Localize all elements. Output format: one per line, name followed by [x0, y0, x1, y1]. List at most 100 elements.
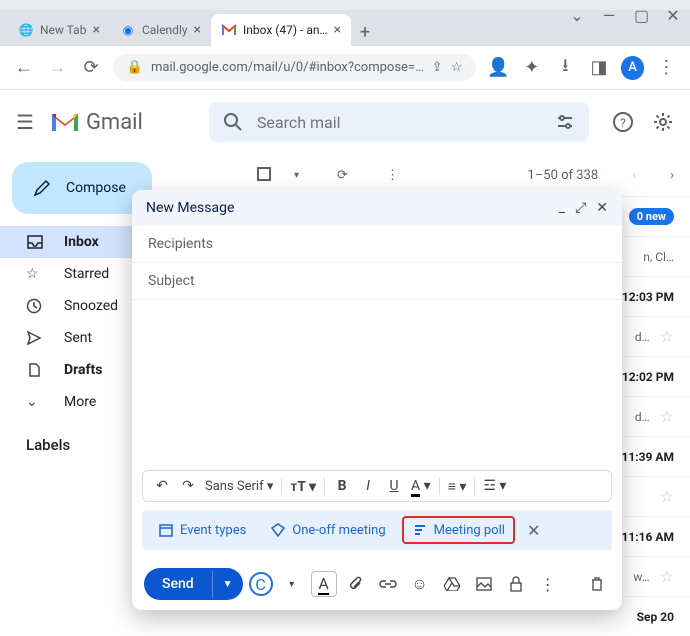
gmail-m-icon — [50, 111, 80, 133]
chrome-menu-icon[interactable]: ⋮ — [654, 57, 678, 78]
url-text: mail.google.com/mail/u/0/#inbox?compose=… — [151, 60, 424, 75]
maximize-icon[interactable]: ▢ — [634, 6, 648, 25]
tab-close-icon[interactable]: × — [334, 22, 341, 38]
close-compose-icon[interactable]: ✕ — [596, 200, 608, 216]
search-icon[interactable] — [223, 112, 243, 132]
next-page-icon[interactable]: › — [670, 168, 674, 183]
share-icon[interactable]: ⇪ — [432, 60, 443, 75]
link-icon[interactable] — [375, 571, 401, 597]
forward-button[interactable]: → — [46, 57, 70, 78]
main-menu-icon[interactable]: ☰ — [16, 110, 34, 134]
mail-snippet: d… — [635, 330, 650, 344]
chevron-down-icon: ⌄ — [26, 394, 46, 410]
close-window-icon[interactable]: ✕ — [666, 6, 680, 25]
search-bar[interactable] — [209, 102, 589, 142]
star-icon[interactable]: ☆ — [660, 487, 674, 506]
star-icon[interactable]: ☆ — [451, 60, 463, 75]
gmail-header: ☰ Gmail ? — [0, 90, 690, 154]
refresh-icon[interactable]: ⟳ — [337, 168, 348, 183]
prev-page-icon[interactable]: ‹ — [632, 168, 636, 183]
tab-close-icon[interactable]: × — [92, 22, 99, 38]
support-icon[interactable]: ? — [612, 111, 634, 133]
confidential-icon[interactable] — [503, 571, 529, 597]
star-icon[interactable]: ☆ — [660, 567, 674, 586]
globe-icon: 🌐 — [18, 22, 34, 38]
account-icon[interactable]: 👤 — [486, 57, 510, 78]
calendly-one-off[interactable]: One-off meeting — [262, 518, 393, 542]
sidepanel-icon[interactable]: ◨ — [587, 57, 611, 78]
address-bar[interactable]: 🔒 mail.google.com/mail/u/0/#inbox?compos… — [113, 54, 477, 81]
reload-button[interactable]: ⟳ — [79, 57, 103, 78]
compose-label: Compose — [66, 180, 126, 196]
compose-footer: Send ▼ C ▾ A ☺ ⋮ — [132, 558, 622, 610]
emoji-icon[interactable]: ☺ — [407, 571, 433, 597]
gmail-wordmark: Gmail — [86, 110, 143, 135]
select-dropdown-icon[interactable]: ▾ — [294, 170, 299, 181]
mail-snippet: w… — [633, 570, 649, 584]
calendly-event-types[interactable]: Event types — [150, 518, 254, 542]
pencil-icon — [32, 178, 52, 198]
font-size-icon[interactable]: ᴛT ▾ — [290, 478, 316, 495]
format-toggle-icon[interactable]: A — [311, 571, 337, 597]
text-color-icon[interactable]: A ▾ — [411, 478, 431, 494]
svg-text:?: ? — [620, 116, 626, 130]
back-button[interactable]: ← — [12, 57, 36, 78]
mail-time: 11:16 AM — [622, 530, 674, 544]
underline-icon[interactable]: U — [385, 478, 403, 494]
redo-icon[interactable]: ↷ — [179, 478, 197, 494]
send-options-icon[interactable]: ▼ — [212, 571, 243, 598]
extensions-icon[interactable]: ✦ — [520, 57, 544, 78]
drive-icon[interactable] — [439, 571, 465, 597]
caret-down-icon[interactable]: ⌄ — [570, 6, 584, 25]
sidebar-item-label: More — [64, 394, 96, 410]
fullscreen-compose-icon[interactable]: ⤢ — [575, 200, 586, 216]
compose-window: New Message _ ⤢ ✕ Recipients Subject ↶ ↷… — [132, 190, 622, 610]
select-all-checkbox[interactable] — [256, 166, 274, 184]
calendly-close-icon[interactable]: ✕ — [523, 521, 544, 540]
calendly-more-icon[interactable]: ▾ — [279, 571, 305, 597]
recipients-field[interactable]: Recipients — [132, 226, 622, 263]
tab-close-icon[interactable]: × — [194, 22, 201, 38]
more-options-icon[interactable]: ⋮ — [535, 571, 561, 597]
new-badge: 0 new — [629, 208, 674, 225]
gmail-logo[interactable]: Gmail — [50, 110, 143, 135]
discard-icon[interactable] — [584, 571, 610, 597]
clock-icon — [26, 298, 46, 314]
compose-button[interactable]: Compose — [12, 162, 152, 214]
gmail-icon — [221, 22, 237, 38]
mail-time: 12:03 PM — [622, 290, 674, 304]
profile-avatar[interactable]: A — [621, 56, 645, 80]
compose-body[interactable] — [132, 300, 622, 470]
more-icon[interactable]: ⋮ — [386, 168, 399, 183]
calendly-meeting-poll[interactable]: Meeting poll — [402, 516, 515, 544]
compose-title: New Message — [146, 200, 234, 216]
sidebar-item-label: Inbox — [64, 234, 99, 250]
minimize-compose-icon[interactable]: _ — [559, 200, 565, 216]
compose-header[interactable]: New Message _ ⤢ ✕ — [132, 190, 622, 226]
star-icon[interactable]: ☆ — [660, 407, 674, 426]
browser-tab-newtab[interactable]: 🌐 New Tab × — [8, 14, 110, 46]
mail-time: 12:02 PM — [622, 370, 674, 384]
downloads-icon[interactable]: ⭳ — [554, 53, 578, 83]
subject-field[interactable]: Subject — [132, 263, 622, 300]
browser-tab-calendly[interactable]: ◉ Calendly × — [110, 14, 211, 46]
search-options-icon[interactable] — [555, 112, 575, 132]
mail-time: 11:39 AM — [622, 450, 674, 464]
undo-icon[interactable]: ↶ — [153, 478, 171, 494]
search-input[interactable] — [257, 113, 541, 132]
file-icon — [26, 362, 46, 378]
browser-tab-gmail[interactable]: Inbox (47) - an… × — [211, 14, 351, 46]
minimize-icon[interactable]: — — [602, 6, 616, 25]
align-icon[interactable]: ≡ ▾ — [448, 478, 467, 495]
attach-icon[interactable] — [343, 571, 369, 597]
calendly-insert-icon[interactable]: C — [249, 572, 273, 596]
image-icon[interactable] — [471, 571, 497, 597]
new-tab-button[interactable]: + — [351, 18, 379, 46]
font-select[interactable]: Sans Serif ▾ — [205, 479, 273, 494]
bold-icon[interactable]: B — [333, 478, 351, 494]
list-icon[interactable]: ☲ ▾ — [483, 478, 506, 494]
settings-icon[interactable] — [652, 111, 674, 133]
send-button[interactable]: Send ▼ — [144, 568, 243, 600]
star-icon[interactable]: ☆ — [660, 327, 674, 346]
italic-icon[interactable]: I — [359, 478, 377, 494]
